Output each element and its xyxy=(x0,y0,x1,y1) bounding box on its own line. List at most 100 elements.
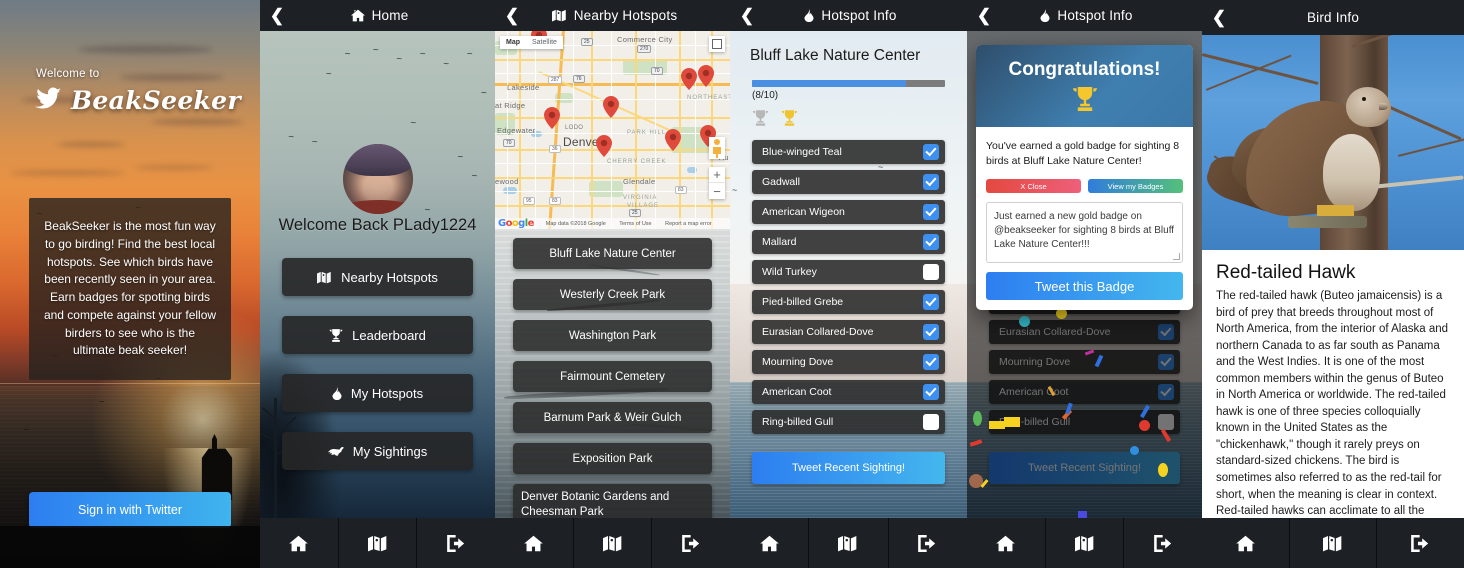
menu-my-sightings[interactable]: My Sightings xyxy=(282,432,473,470)
map-toggle-map[interactable]: Map xyxy=(500,36,526,49)
bird-row[interactable]: Ring-billed Gull xyxy=(752,410,945,434)
tweet-textarea[interactable]: Just earned a new gold badge on @beaksee… xyxy=(986,202,1183,264)
map-zoom-controls[interactable]: + − xyxy=(709,167,725,199)
map-pin[interactable] xyxy=(603,96,619,118)
map-toggle-satellite[interactable]: Satellite xyxy=(526,36,563,49)
hotspot-item[interactable]: Exposition Park xyxy=(513,443,712,474)
hotspot-item[interactable]: Bluff Lake Nature Center xyxy=(513,238,712,269)
bird-checkbox[interactable] xyxy=(923,414,939,430)
back-icon[interactable]: ❮ xyxy=(967,7,1001,24)
silver-trophy-icon xyxy=(752,110,769,131)
map-label: CHERRY CREEK xyxy=(607,159,667,165)
nearby-header: ❮ Nearby Hotspots xyxy=(495,0,730,31)
back-icon[interactable]: ❮ xyxy=(730,7,764,24)
welcome-back-text: Welcome Back PLady1224 xyxy=(278,216,477,234)
menu-leaderboard[interactable]: Leaderboard xyxy=(282,316,473,354)
map-label: at Ridge xyxy=(495,101,526,110)
nav-home[interactable] xyxy=(967,518,1046,568)
bird-row[interactable]: American Wigeon xyxy=(752,200,945,224)
bird-row[interactable]: Eurasian Collared-Dove xyxy=(752,320,945,344)
nav-hotspots[interactable] xyxy=(1046,518,1125,568)
bird-row[interactable]: Gadwall xyxy=(752,170,945,194)
hotspot-item[interactable]: Washington Park xyxy=(513,320,712,351)
nav-home[interactable] xyxy=(730,518,810,568)
tweet-recent-sighting-button[interactable]: Tweet Recent Sighting! xyxy=(752,452,945,484)
street-view-pegman-icon[interactable] xyxy=(709,137,725,159)
bird-name: Pied-billed Grebe xyxy=(762,296,844,308)
nav-signout[interactable] xyxy=(1124,518,1202,568)
map-type-toggle[interactable]: Map Satellite xyxy=(500,36,563,49)
nav-hotspots[interactable] xyxy=(1290,518,1378,568)
map-data-copy: Map data ©2018 Google xyxy=(545,220,606,227)
hawk-perch xyxy=(1288,215,1368,229)
signin-twitter-button[interactable]: Sign in with Twitter xyxy=(29,492,231,528)
back-icon[interactable]: ❮ xyxy=(1202,9,1236,26)
bird-checkbox[interactable] xyxy=(923,174,939,190)
bird-checkbox[interactable] xyxy=(923,144,939,160)
map-pin[interactable] xyxy=(681,68,697,90)
tweet-this-badge-button[interactable]: Tweet this Badge xyxy=(986,272,1183,301)
map-pin[interactable] xyxy=(665,129,681,151)
bird-row[interactable]: American Coot xyxy=(752,380,945,404)
bird-row[interactable]: Mallard xyxy=(752,230,945,254)
bird-name: Wild Turkey xyxy=(762,266,817,278)
nav-home[interactable] xyxy=(495,518,574,568)
hotspot-item[interactable]: Barnum Park & Weir Gulch xyxy=(513,402,712,433)
map-label: Edgewater xyxy=(497,126,536,135)
map-attribution-bar: Google Map data ©2018 Google Terms of Us… xyxy=(495,218,730,229)
bird-row[interactable]: Mourning Dove xyxy=(752,350,945,374)
fire-icon xyxy=(332,386,342,400)
google-map[interactable]: Commerce City Lakeside at Ridge Edgewate… xyxy=(495,31,730,229)
bird-checkbox[interactable] xyxy=(923,384,939,400)
fire-icon xyxy=(1040,9,1050,22)
nav-hotspots[interactable] xyxy=(574,518,653,568)
menu-nearby-hotspots[interactable]: Nearby Hotspots xyxy=(282,258,473,296)
bottom-nav xyxy=(1202,518,1464,568)
nav-signout[interactable] xyxy=(417,518,495,568)
nav-signout[interactable] xyxy=(889,518,967,568)
map-report-link[interactable]: Report a map error xyxy=(665,221,711,227)
hawk-breast xyxy=(1322,133,1381,212)
app-name: BeakSeeker xyxy=(71,86,241,115)
zoom-out-button[interactable]: − xyxy=(709,183,725,199)
bird-row[interactable]: Pied-billed Grebe xyxy=(752,290,945,314)
home-icon xyxy=(350,9,365,22)
back-icon[interactable]: ❮ xyxy=(260,7,294,24)
map-pin[interactable] xyxy=(596,135,612,157)
bird-checkbox[interactable] xyxy=(923,264,939,280)
bird-name: Gadwall xyxy=(762,176,800,188)
bird-checkbox[interactable] xyxy=(923,204,939,220)
zoom-in-button[interactable]: + xyxy=(709,167,725,183)
map-label: PARK HILL xyxy=(627,130,667,136)
bird-row[interactable]: Blue-winged Teal xyxy=(752,140,945,164)
nav-signout[interactable] xyxy=(1377,518,1464,568)
panel-home: ❮ Home ~ ~ ~ ~ ~ ~ ~ ~ ~ ~ ~ ~ ~ ~ Welco… xyxy=(260,0,495,568)
map-pin[interactable] xyxy=(544,107,560,129)
back-icon[interactable]: ❮ xyxy=(495,7,529,24)
bird-checkbox[interactable] xyxy=(923,234,939,250)
avatar-cap xyxy=(342,144,413,177)
map-pin[interactable] xyxy=(698,65,714,87)
congrats-title: Hotspot Info xyxy=(1057,8,1133,23)
modal-actions: X Close View my Badges xyxy=(986,179,1183,194)
map-terms-link[interactable]: Terms of Use xyxy=(619,221,651,227)
hotspot-item[interactable]: Fairmount Cemetery xyxy=(513,361,712,392)
nav-hotspots[interactable] xyxy=(809,518,889,568)
modal-title: Congratulations! xyxy=(1008,59,1161,80)
bird-checkbox[interactable] xyxy=(923,294,939,310)
nearby-title: Nearby Hotspots xyxy=(573,8,678,23)
bird-checkbox[interactable] xyxy=(923,324,939,340)
bird-row[interactable]: Wild Turkey xyxy=(752,260,945,284)
close-button[interactable]: X Close xyxy=(986,179,1081,194)
view-badges-button[interactable]: View my Badges xyxy=(1088,179,1183,194)
nav-home[interactable] xyxy=(1202,518,1290,568)
decorative-bird: ~ xyxy=(732,185,738,195)
nav-signout[interactable] xyxy=(652,518,730,568)
hotspot-item[interactable]: Westerly Creek Park xyxy=(513,279,712,310)
nav-hotspots[interactable] xyxy=(339,518,418,568)
nav-home[interactable] xyxy=(260,518,339,568)
fullscreen-icon[interactable] xyxy=(709,36,725,52)
bird-checkbox[interactable] xyxy=(923,354,939,370)
hotspot-header: ❮ Hotspot Info xyxy=(730,0,967,31)
menu-my-hotspots[interactable]: My Hotspots xyxy=(282,374,473,412)
